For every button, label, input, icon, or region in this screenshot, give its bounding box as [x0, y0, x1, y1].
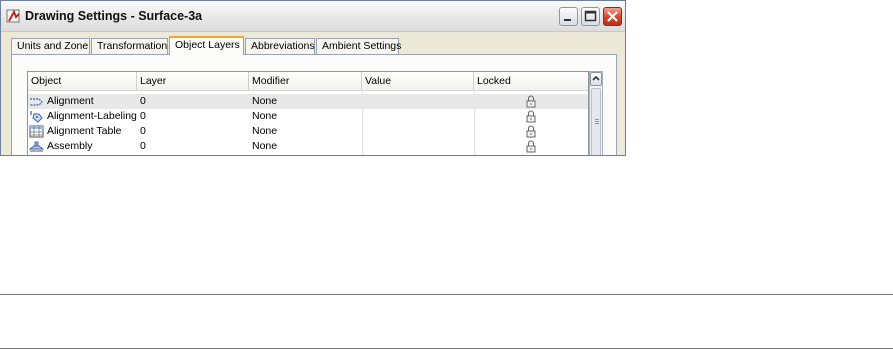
tab-transformation[interactable]: Transformation [91, 38, 168, 54]
minimize-button[interactable] [559, 7, 578, 26]
table-header: Object Layer Modifier Value Locked [28, 72, 588, 91]
close-icon [607, 11, 618, 22]
object-name: Alignment-Labeling [47, 110, 137, 122]
column-header-value[interactable]: Value [362, 72, 474, 90]
minimize-icon [564, 19, 571, 21]
layer-value[interactable]: 0 [140, 94, 146, 109]
tab-ambient-settings[interactable]: Ambient Settings [316, 38, 401, 54]
grip-line [595, 123, 599, 124]
scroll-up-button[interactable] [590, 72, 602, 86]
title-bar[interactable]: Drawing Settings - Surface-3a [1, 1, 625, 32]
object-name: Alignment Table [47, 125, 122, 137]
lock-icon[interactable] [526, 125, 536, 138]
assembly-icon [29, 141, 44, 152]
window-title: Drawing Settings - Surface-3a [25, 9, 203, 23]
object-name: Alignment [47, 95, 94, 107]
alignment-labeling-icon [30, 111, 43, 123]
scroll-thumb[interactable] [591, 88, 601, 155]
modifier-value[interactable]: None [252, 124, 277, 139]
tab-object-layers[interactable]: Object Layers [169, 36, 244, 55]
lock-icon[interactable] [526, 110, 536, 123]
table-row[interactable]: Assembly 0 None [28, 139, 588, 154]
column-header-modifier[interactable]: Modifier [249, 72, 362, 90]
modifier-value[interactable]: None [252, 94, 277, 109]
lock-icon[interactable] [526, 95, 536, 108]
layer-value[interactable]: 0 [140, 124, 146, 139]
drawing-settings-window: Drawing Settings - Surface-3a Units and … [0, 0, 626, 156]
modifier-value[interactable]: None [252, 139, 277, 154]
alignment-icon [30, 98, 43, 106]
column-header-layer[interactable]: Layer [137, 72, 249, 90]
tab-units-and-zone[interactable]: Units and Zone [11, 38, 90, 54]
layer-value[interactable]: 0 [140, 109, 146, 124]
table-row[interactable]: Alignment-Labeling 0 None [28, 109, 588, 124]
table-row[interactable]: Alignment Table 0 None [28, 124, 588, 139]
maximize-icon [584, 10, 597, 22]
layer-value[interactable]: 0 [140, 139, 146, 154]
table-icon [29, 125, 44, 138]
column-header-locked[interactable]: Locked [474, 72, 588, 90]
divider-line [0, 294, 893, 295]
vertical-scrollbar[interactable] [589, 71, 603, 155]
grip-line [595, 119, 599, 120]
app-icon [6, 9, 20, 23]
chevron-up-icon [592, 75, 600, 81]
close-button[interactable] [603, 7, 622, 26]
divider-line [0, 348, 893, 349]
modifier-value[interactable]: None [252, 109, 277, 124]
column-header-object[interactable]: Object [28, 72, 137, 90]
maximize-button[interactable] [581, 7, 600, 26]
grip-line [595, 121, 599, 122]
lock-icon[interactable] [526, 140, 536, 153]
tab-abbreviations[interactable]: Abbreviations [245, 38, 315, 54]
object-name: Assembly [47, 140, 93, 152]
object-layers-table: Object Layer Modifier Value Locked Align… [27, 71, 589, 155]
table-row[interactable]: Alignment 0 None [28, 94, 588, 109]
